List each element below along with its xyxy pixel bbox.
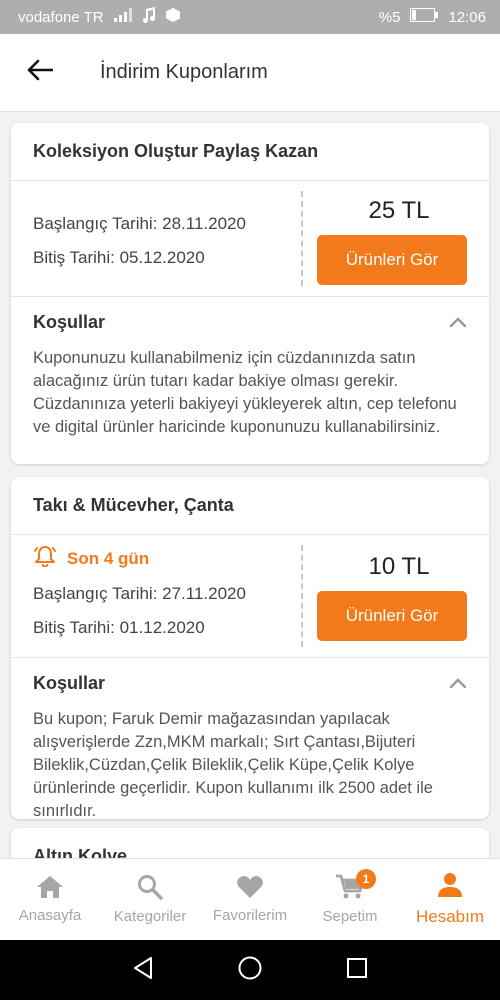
chevron-up-icon bbox=[449, 312, 467, 333]
status-bar: vodafone TR %5 12:06 bbox=[0, 0, 500, 34]
bottom-navigation: Anasayfa Kategoriler Favorilerim 1 Sepet… bbox=[0, 858, 500, 940]
battery-percent: %5 bbox=[378, 8, 401, 26]
nav-label: Anasayfa bbox=[18, 907, 82, 924]
user-icon bbox=[436, 872, 464, 903]
nav-label: Favorilerim bbox=[212, 907, 288, 924]
coupon-dates: Başlangıç Tarihi: 27.11.2020 Bitiş Tarih… bbox=[33, 577, 246, 645]
nav-item-favorites[interactable]: Favorilerim bbox=[200, 859, 300, 940]
coupon-details: Son 4 gün Başlangıç Tarihi: 27.11.2020 B… bbox=[11, 535, 489, 658]
coupon-amount: 10 TL bbox=[368, 553, 430, 580]
page-title: İndirim Kuponlarım bbox=[100, 61, 268, 83]
home-icon bbox=[36, 875, 64, 903]
nav-item-cart[interactable]: 1 Sepetim bbox=[300, 859, 400, 940]
dashed-divider bbox=[301, 545, 303, 647]
coupon-title: Takı & Mücevher, Çanta bbox=[11, 477, 489, 535]
back-triangle-icon[interactable] bbox=[132, 956, 154, 985]
arrow-left-icon bbox=[27, 59, 54, 86]
cart-badge: 1 bbox=[356, 869, 376, 889]
battery-icon bbox=[410, 8, 439, 26]
start-date: Başlangıç Tarihi: 27.11.2020 bbox=[33, 584, 246, 603]
home-circle-icon[interactable] bbox=[237, 955, 263, 986]
conditions-text: Kuponunuzu kullanabilmeniz için cüzdanın… bbox=[33, 349, 457, 436]
coupon-dates: Başlangıç Tarihi: 28.11.2020 Bitiş Tarih… bbox=[33, 207, 246, 275]
coupon-title: Koleksiyon Oluştur Paylaş Kazan bbox=[11, 123, 489, 181]
system-nav-bar bbox=[0, 940, 500, 1000]
carrier-label: vodafone TR bbox=[18, 8, 104, 26]
clock: 12:06 bbox=[448, 8, 486, 26]
conditions-label: Koşullar bbox=[33, 311, 106, 332]
signal-icon bbox=[113, 8, 132, 26]
expiry-alert: Son 4 gün bbox=[33, 545, 149, 572]
alert-text: Son 4 gün bbox=[67, 548, 150, 568]
coupon-card: Koleksiyon Oluştur Paylaş Kazan Başlangı… bbox=[11, 123, 489, 464]
back-button[interactable] bbox=[0, 34, 80, 112]
coupon-title: Altın Kolye bbox=[11, 828, 489, 858]
nav-item-account[interactable]: Hesabım bbox=[400, 859, 500, 940]
conditions-toggle[interactable]: Koşullar bbox=[11, 297, 489, 347]
nav-label: Hesabım bbox=[415, 907, 485, 926]
coupon-list[interactable]: Koleksiyon Oluştur Paylaş Kazan Başlangı… bbox=[0, 112, 500, 858]
conditions-text: Bu kupon; Faruk Demir mağazasından yapıl… bbox=[33, 710, 433, 819]
box-icon bbox=[165, 8, 180, 26]
nav-item-categories[interactable]: Kategoriler bbox=[100, 859, 200, 940]
coupon-card: Takı & Mücevher, Çanta Son 4 gün Başlang… bbox=[11, 477, 489, 819]
dashed-divider bbox=[301, 191, 303, 286]
view-products-button[interactable]: Ürünleri Gör bbox=[317, 591, 467, 641]
search-icon bbox=[137, 874, 163, 904]
coupon-card: Altın Kolye bbox=[11, 828, 489, 858]
end-date: Bitiş Tarihi: 01.12.2020 bbox=[33, 618, 205, 637]
nav-item-home[interactable]: Anasayfa bbox=[0, 859, 100, 940]
conditions-label: Koşullar bbox=[33, 672, 106, 693]
conditions-toggle[interactable]: Koşullar bbox=[11, 658, 489, 708]
nav-label: Sepetim bbox=[322, 908, 378, 925]
nav-label: Kategoriler bbox=[113, 908, 187, 925]
recents-square-icon[interactable] bbox=[346, 957, 368, 984]
bell-icon bbox=[33, 545, 57, 572]
view-products-button[interactable]: Ürünleri Gör bbox=[317, 235, 467, 285]
coupon-amount: 25 TL bbox=[368, 197, 430, 224]
end-date: Bitiş Tarihi: 05.12.2020 bbox=[33, 248, 205, 267]
chevron-up-icon bbox=[449, 673, 467, 694]
music-note-icon bbox=[142, 7, 156, 27]
coupon-details: Başlangıç Tarihi: 28.11.2020 Bitiş Tarih… bbox=[11, 181, 489, 297]
start-date: Başlangıç Tarihi: 28.11.2020 bbox=[33, 214, 246, 233]
app-bar: İndirim Kuponlarım bbox=[0, 34, 500, 112]
heart-icon bbox=[236, 875, 264, 903]
